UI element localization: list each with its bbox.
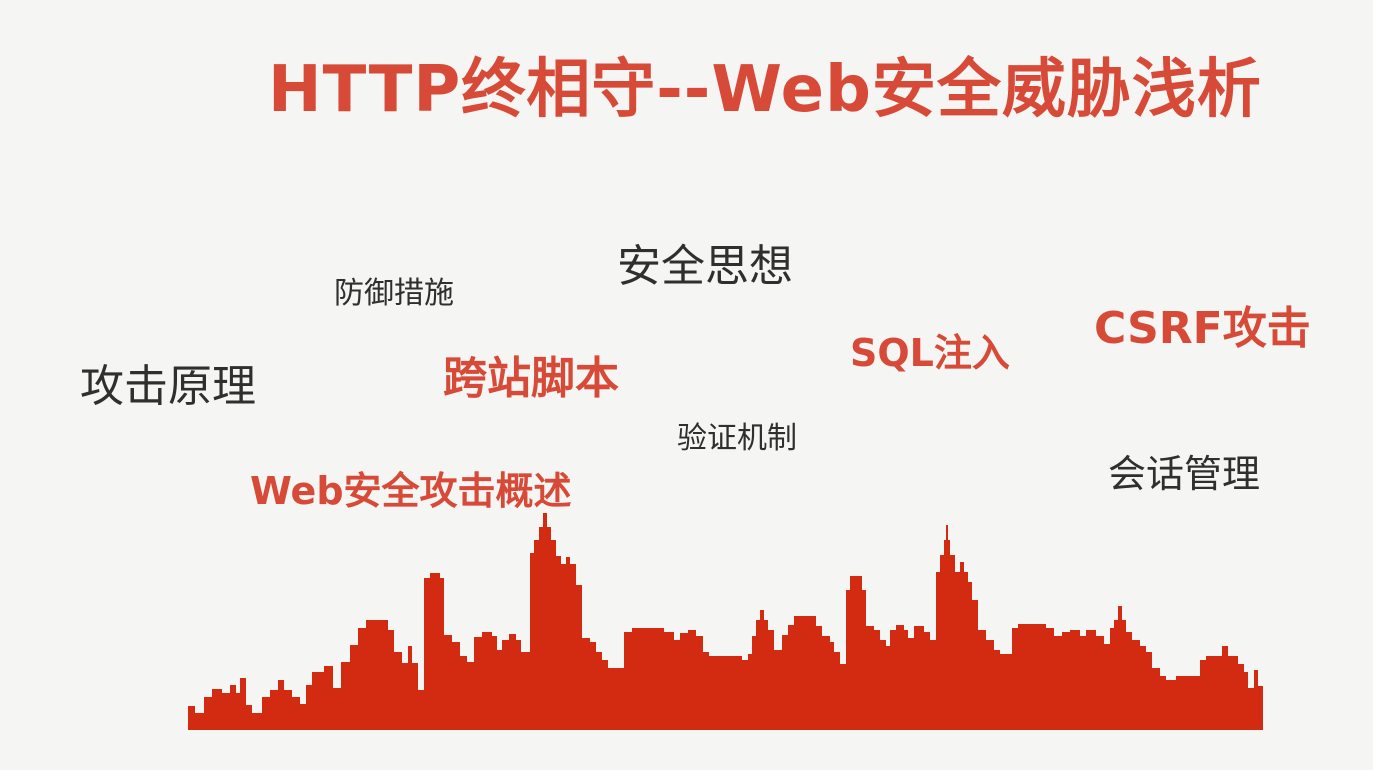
city-skyline-graphic [188,513,1263,730]
skyline-silhouette [188,513,1263,730]
